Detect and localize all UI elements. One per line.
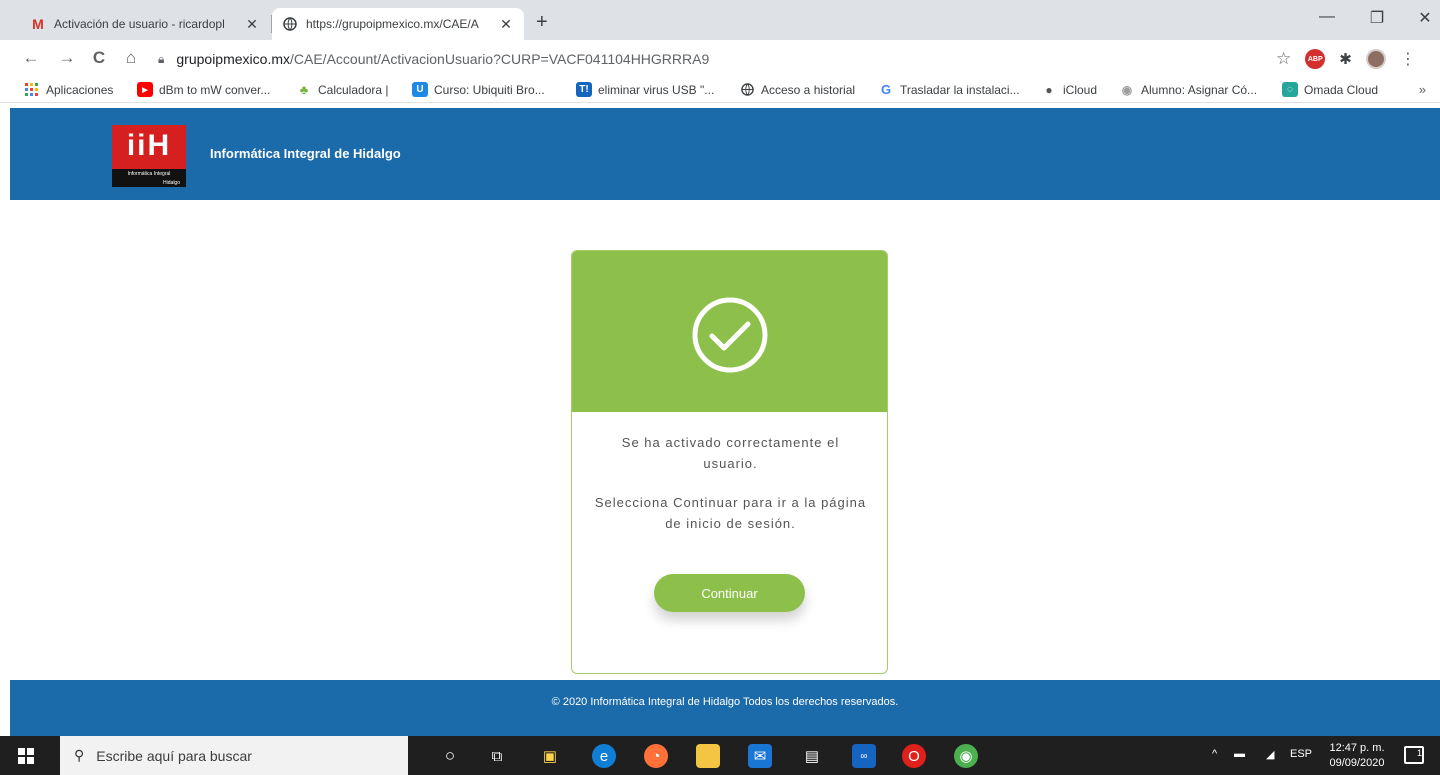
bookmark-label: iCloud (1063, 82, 1098, 97)
tab-title: Activación de usuario - ricardopl (54, 17, 225, 31)
bookmarks-bar: Aplicaciones ▶ dBm to mW conver... ♣ Cal… (0, 78, 1440, 103)
windows-start-icon[interactable] (18, 748, 34, 764)
check-circle-icon (692, 297, 768, 373)
browser-tab-strip: M Activación de usuario - ricardopl ✕ ht… (0, 0, 1440, 40)
bookmark-star-icon[interactable]: ☆ (1276, 49, 1291, 69)
tab-grupoipmexico[interactable]: https://grupoipmexico.mx/CAE/A ✕ (272, 8, 524, 40)
edge-icon[interactable]: e (592, 744, 616, 768)
site-footer: © 2020 Informática Integral de Hidalgo T… (10, 680, 1440, 736)
tab-activacion-usuario[interactable]: M Activación de usuario - ricardopl ✕ (20, 8, 270, 40)
omada-icon: ◌ (1282, 82, 1298, 97)
tray-chevron-icon[interactable]: ^ (1212, 748, 1217, 760)
reload-icon[interactable]: C (88, 48, 110, 68)
back-arrow-icon[interactable]: ← (20, 48, 42, 68)
logo-band-bottom: Hidalgo (112, 179, 186, 187)
activation-message: Se ha activado correctamente el usuario. (621, 435, 840, 471)
close-tab-icon[interactable]: ✕ (498, 16, 514, 33)
bookmark-label: Calculadora | (318, 82, 389, 97)
new-tab-button[interactable]: + (536, 12, 548, 32)
home-icon[interactable]: ⌂ (120, 48, 142, 68)
address-bar[interactable]: 🔒︎ grupoipmexico.mx/CAE/Account/Activaci… (158, 45, 1318, 73)
battery-icon[interactable]: ▬ (1234, 748, 1245, 760)
notification-center-icon[interactable]: 1 (1404, 746, 1424, 764)
bookmark-omada-cloud[interactable]: ◌ Omada Cloud (1282, 82, 1378, 97)
store-icon[interactable]: ▣ (538, 744, 562, 768)
t-logo-icon: T! (576, 82, 592, 97)
udemy-icon: U (412, 82, 428, 97)
logo-band-top: Informática Integral (112, 169, 186, 179)
bookmark-alumno-asignar[interactable]: ◉ Alumno: Asignar Có... (1119, 82, 1257, 97)
logo-letters: iiH (126, 129, 172, 162)
bookmark-label: Curso: Ubiquiti Bro... (434, 82, 545, 97)
bookmark-curso-ubiquiti[interactable]: U Curso: Ubiquiti Bro... (412, 82, 545, 97)
globe-icon (739, 82, 755, 97)
bookmark-label: eliminar virus USB "... (598, 82, 715, 97)
globe-icon (282, 16, 298, 32)
bookmark-dbm-to-mw[interactable]: ▶ dBm to mW conver... (137, 82, 270, 97)
forward-arrow-icon[interactable]: → (56, 48, 78, 68)
firefox-icon[interactable]: ◔ (644, 744, 668, 768)
bookmark-icloud[interactable]: ● iCloud (1041, 82, 1097, 97)
notification-count: 1 (1416, 748, 1422, 758)
lock-icon: 🔒︎ (158, 51, 165, 66)
apple-icon: ● (1045, 82, 1053, 97)
clock-date: 09/09/2020 (1329, 757, 1385, 769)
activation-success-card: Se ha activado correctamente el usuario.… (571, 250, 888, 674)
brand-name: Informática Integral de Hidalgo (210, 146, 401, 161)
bookmark-acceso-historial[interactable]: Acceso a historial (739, 82, 855, 97)
site-icon: ◉ (1121, 82, 1133, 97)
browser-toolbar: ← → C ⌂ 🔒︎ grupoipmexico.mx/CAE/Account/… (0, 40, 1440, 78)
mail-icon[interactable]: ✉ (748, 744, 772, 768)
bookmark-label: Omada Cloud (1304, 82, 1379, 97)
taskbar-search-input[interactable]: ⚲ Escribe aquí para buscar (60, 736, 408, 775)
close-tab-icon[interactable]: ✕ (244, 16, 260, 33)
copyright-text: © 2020 Informática Integral de Hidalgo T… (551, 696, 899, 708)
adblock-plus-icon[interactable]: ABP (1305, 49, 1326, 69)
menu-kebab-icon[interactable]: ⋮ (1400, 49, 1416, 69)
minimize-icon[interactable]: — (1312, 8, 1342, 26)
card-success-banner (572, 251, 887, 412)
windows-taskbar: ⚲ Escribe aquí para buscar ○ ⧉ ▣ e ◔ ✉ ▤… (0, 736, 1440, 775)
site-header: iiH Informática Integral Hidalgo Informá… (10, 108, 1440, 200)
bookmark-eliminar-virus[interactable]: T! eliminar virus USB "... (576, 82, 714, 97)
android-icon: ♣ (299, 82, 309, 97)
bookmark-label: Acceso a historial (761, 82, 856, 97)
bookmark-label: dBm to mW conver... (159, 82, 271, 97)
google-icon: G (880, 82, 892, 97)
bookmark-trasladar-instalacion[interactable]: G Trasladar la instalaci... (878, 82, 1020, 97)
cortana-icon[interactable]: ○ (438, 744, 462, 768)
profile-avatar[interactable] (1365, 49, 1386, 69)
close-window-icon[interactable]: ✕ (1410, 8, 1440, 28)
opera-icon[interactable]: O (902, 744, 926, 768)
taskbar-clock[interactable]: 12:47 p. m. 09/09/2020 (1322, 741, 1392, 771)
language-indicator[interactable]: ESP (1290, 748, 1312, 760)
wifi-icon[interactable]: ◢ (1266, 748, 1274, 761)
bookmark-label: Trasladar la instalaci... (900, 82, 1020, 97)
clock-time: 12:47 p. m. (1329, 742, 1385, 754)
continue-instructions: Selecciona Continuar para ir a la página… (594, 495, 867, 531)
search-icon: ⚲ (74, 747, 85, 763)
gmail-icon: M (32, 16, 44, 32)
bookmark-calculadora[interactable]: ♣ Calculadora | (296, 82, 389, 97)
restore-icon[interactable]: ❐ (1362, 8, 1392, 28)
task-view-icon[interactable]: ⧉ (485, 744, 509, 768)
youtube-icon: ▶ (137, 82, 153, 97)
document-icon[interactable]: ▤ (800, 744, 824, 768)
bookmark-aplicaciones[interactable]: Aplicaciones (24, 82, 113, 97)
bookmark-label: Alumno: Asignar Có... (1141, 82, 1258, 97)
chrome-icon[interactable]: ◉ (954, 744, 978, 768)
arduino-icon[interactable]: ∞ (852, 744, 876, 768)
bookmarks-overflow-icon[interactable]: » (1419, 82, 1426, 97)
search-placeholder: Escribe aquí para buscar (96, 747, 252, 764)
address-path: /CAE/Account/ActivacionUsuario?CURP=VACF… (290, 51, 710, 67)
iih-logo[interactable]: iiH Informática Integral Hidalgo (112, 125, 186, 187)
apps-grid-icon (24, 82, 40, 97)
bookmark-label: Aplicaciones (46, 82, 114, 97)
address-host: grupoipmexico.mx (176, 51, 290, 67)
tab-title: https://grupoipmexico.mx/CAE/A (306, 17, 479, 31)
continue-button[interactable]: Continuar (654, 574, 805, 612)
extensions-puzzle-icon[interactable]: ✱ (1339, 50, 1352, 68)
file-explorer-icon[interactable] (696, 744, 720, 768)
